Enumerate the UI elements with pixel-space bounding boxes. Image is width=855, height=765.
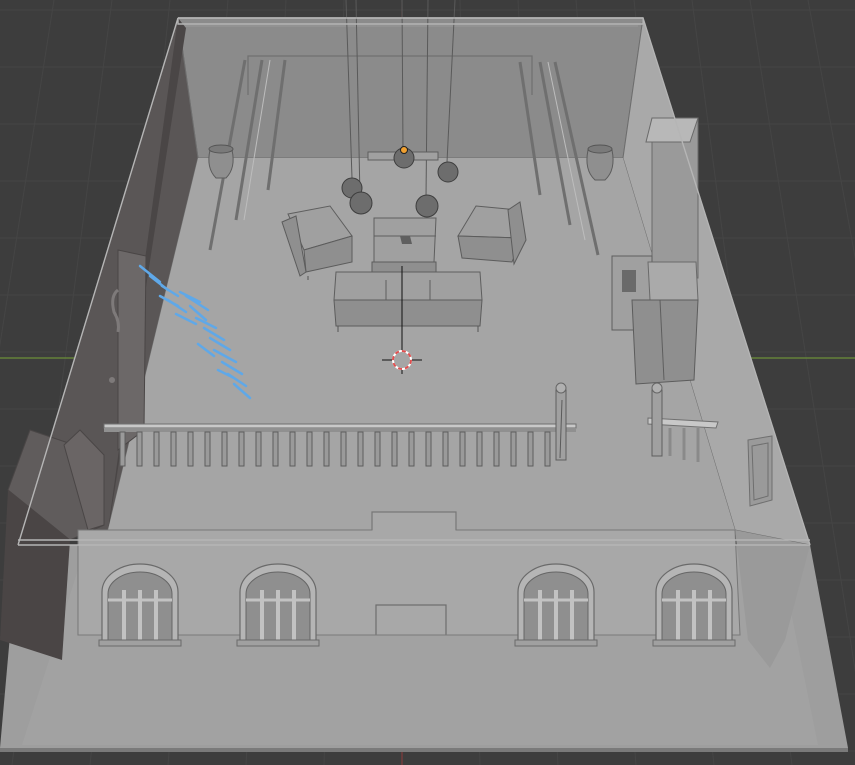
arched-window-1[interactable] [98, 563, 182, 647]
object-origin-icon[interactable] [400, 146, 408, 154]
3d-viewport[interactable] [0, 0, 855, 765]
arched-window-3[interactable] [514, 563, 598, 647]
arched-window-4[interactable] [652, 563, 736, 647]
wall-frame[interactable] [747, 435, 773, 507]
sofa[interactable] [333, 271, 483, 332]
stair-railing-left[interactable] [555, 382, 567, 461]
vase-left[interactable] [208, 144, 234, 179]
vase-right[interactable] [586, 144, 614, 181]
back-wall[interactable] [177, 17, 644, 159]
arched-window-2[interactable] [236, 563, 320, 647]
scene-canvas[interactable] [0, 0, 855, 765]
